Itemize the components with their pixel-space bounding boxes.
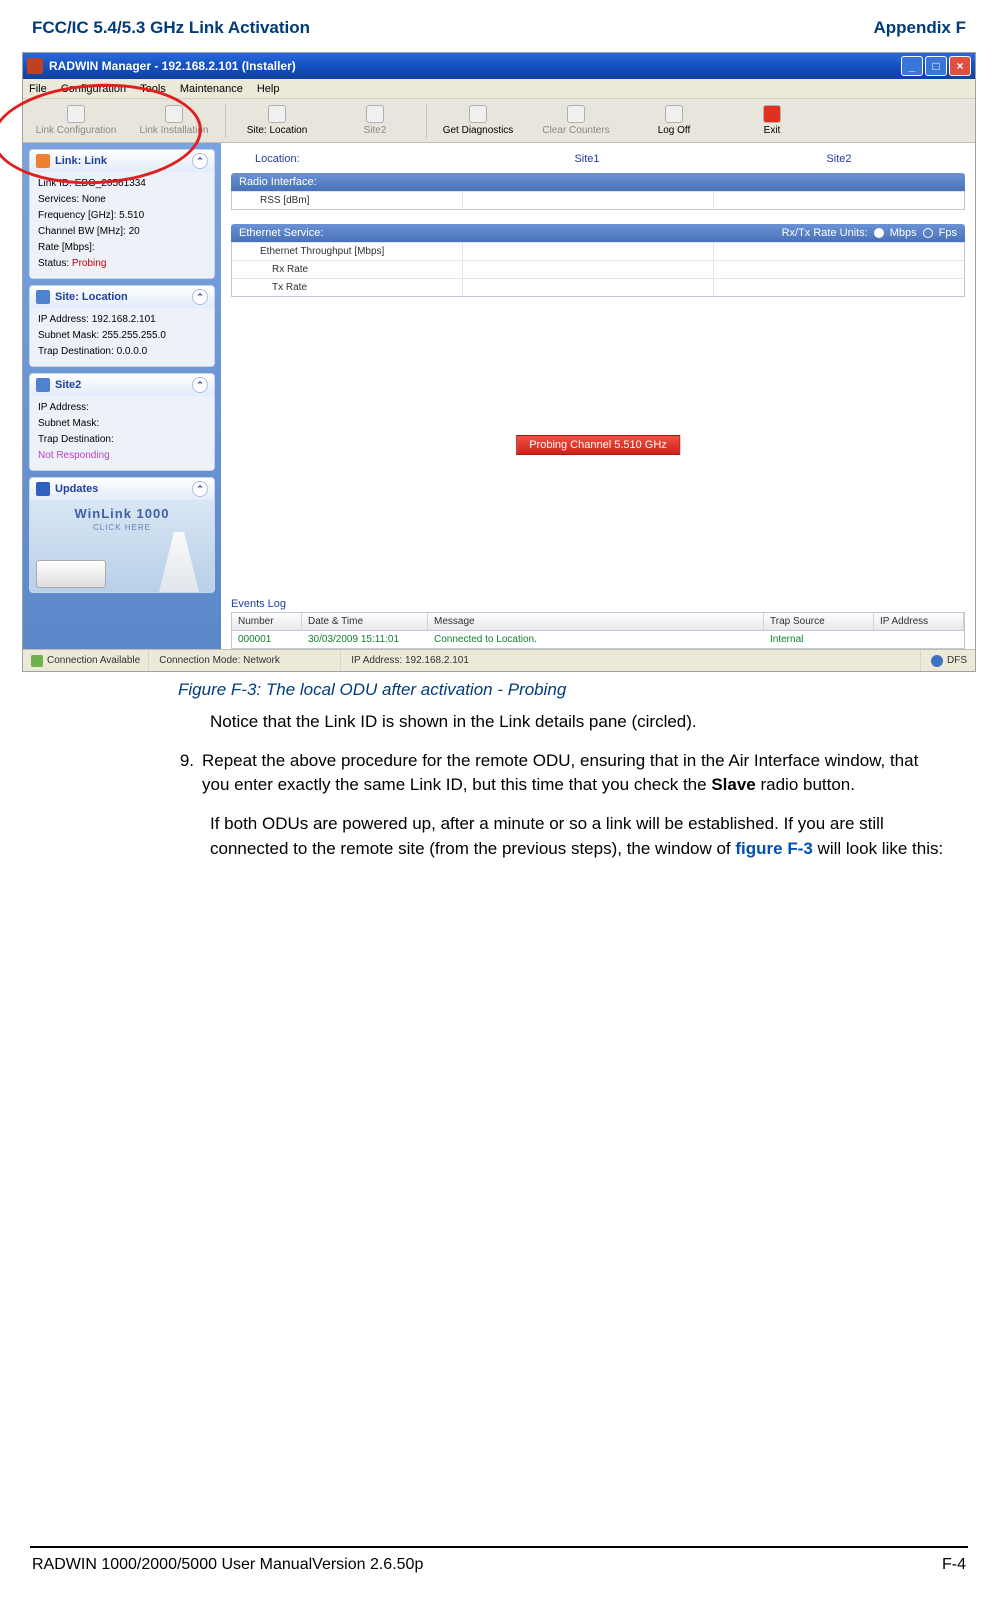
chevron-up-icon[interactable]: ⌃: [192, 153, 208, 169]
tool-site-location[interactable]: Site: Location: [228, 101, 326, 141]
device-graphic: [36, 560, 106, 588]
exit-icon: [763, 105, 781, 123]
minimize-button[interactable]: _: [901, 56, 923, 76]
tool-link-configuration: Link Configuration: [27, 101, 125, 141]
panel-site-location: Site: Location ⌃ IP Address: 192.168.2.1…: [29, 285, 215, 367]
window-titlebar: RADWIN Manager - 192.168.2.101 (Installe…: [23, 53, 975, 79]
page-header: FCC/IC 5.4/5.3 GHz Link Activation Appen…: [0, 0, 998, 46]
link-icon: [36, 154, 50, 168]
statusbar: Connection Available Connection Mode: Ne…: [23, 649, 975, 671]
menubar: File Configuration Tools Maintenance Hel…: [23, 79, 975, 99]
panel-site2: Site2 ⌃ IP Address: Subnet Mask: Trap De…: [29, 373, 215, 471]
body-text: Notice that the Link ID is shown in the …: [210, 710, 948, 861]
footer-page-number: F-4: [942, 1556, 966, 1574]
panel-updates: Updates ⌃ WinLink 1000 CLICK HERE: [29, 477, 215, 593]
maximize-button[interactable]: □: [925, 56, 947, 76]
radwin-manager-window: RADWIN Manager - 192.168.2.101 (Installe…: [22, 52, 976, 672]
chevron-up-icon[interactable]: ⌃: [192, 377, 208, 393]
tool-log-off[interactable]: Log Off: [625, 101, 723, 141]
chevron-up-icon[interactable]: ⌃: [192, 289, 208, 305]
site2-header: Site2: [713, 153, 965, 165]
toolbar: Link Configuration Link Installation Sit…: [23, 99, 975, 143]
diagnostics-icon: [469, 105, 487, 123]
header-section-title: FCC/IC 5.4/5.3 GHz Link Activation: [32, 18, 310, 38]
figure-f3-link[interactable]: figure F-3: [735, 839, 812, 858]
header-appendix: Appendix F: [873, 18, 966, 38]
panel-link: Link: Link ⌃ Link ID: EBG_20561334 Servi…: [29, 149, 215, 279]
radio-interface-table: RSS [dBm]: [231, 191, 965, 210]
site-icon: [36, 378, 50, 392]
col-datetime[interactable]: Date & Time: [302, 613, 428, 630]
col-trap-source[interactable]: Trap Source: [764, 613, 874, 630]
main-content: Location: Site1 Site2 Radio Interface: R…: [221, 143, 975, 649]
link-config-icon: [67, 105, 85, 123]
site2-icon: [366, 105, 384, 123]
site-icon: [36, 290, 50, 304]
col-number[interactable]: Number: [232, 613, 302, 630]
status-dfs: DFS: [923, 650, 975, 671]
tool-get-diagnostics[interactable]: Get Diagnostics: [429, 101, 527, 141]
list-number-9: 9.: [176, 749, 202, 798]
panel-site-location-header[interactable]: Site: Location ⌃: [30, 286, 214, 308]
app-icon: [27, 58, 43, 74]
site-location-icon: [268, 105, 286, 123]
ethernet-service-header: Ethernet Service: Rx/Tx Rate Units: Mbps…: [231, 224, 965, 242]
connection-icon: [31, 655, 43, 667]
antenna-graphic: [154, 532, 204, 592]
radio-interface-header: Radio Interface:: [231, 173, 965, 191]
link-install-icon: [165, 105, 183, 123]
col-ip-address[interactable]: IP Address: [874, 613, 964, 630]
page-footer: RADWIN 1000/2000/5000 User ManualVersion…: [32, 1556, 966, 1574]
panel-updates-header[interactable]: Updates ⌃: [30, 478, 214, 500]
footer-rule: [30, 1546, 968, 1548]
tool-link-installation: Link Installation: [125, 101, 223, 141]
events-row[interactable]: 000001 30/03/2009 15:11:01 Connected to …: [232, 631, 964, 648]
status-connection: Connection Available: [23, 650, 149, 671]
status-ip: IP Address: 192.168.2.101: [343, 650, 921, 671]
radio-fps[interactable]: [923, 228, 933, 238]
location-label: Location:: [231, 153, 461, 165]
events-log-label: Events Log: [231, 598, 965, 610]
events-log-table: Number Date & Time Message Trap Source I…: [231, 612, 965, 649]
panel-link-header[interactable]: Link: Link ⌃: [30, 150, 214, 172]
close-button[interactable]: ×: [949, 56, 971, 76]
menu-file[interactable]: File: [29, 83, 47, 95]
site1-header: Site1: [461, 153, 713, 165]
dfs-icon: [931, 655, 943, 667]
tool-site2: Site2: [326, 101, 424, 141]
log-off-icon: [665, 105, 683, 123]
chevron-up-icon[interactable]: ⌃: [192, 481, 208, 497]
step-9-text: Repeat the above procedure for the remot…: [202, 749, 948, 798]
ethernet-service-table: Ethernet Throughput [Mbps] Rx Rate Tx Ra…: [231, 242, 965, 297]
menu-maintenance[interactable]: Maintenance: [180, 83, 243, 95]
tool-exit[interactable]: Exit: [723, 101, 821, 141]
panel-site2-header[interactable]: Site2 ⌃: [30, 374, 214, 396]
tool-clear-counters: Clear Counters: [527, 101, 625, 141]
clear-counters-icon: [567, 105, 585, 123]
menu-help[interactable]: Help: [257, 83, 280, 95]
updates-advertisement[interactable]: WinLink 1000 CLICK HERE: [30, 500, 214, 592]
updates-icon: [36, 482, 50, 496]
col-message[interactable]: Message: [428, 613, 764, 630]
status-mode: Connection Mode: Network: [151, 650, 341, 671]
radio-mbps[interactable]: [874, 228, 884, 238]
footer-manual-version: RADWIN 1000/2000/5000 User ManualVersion…: [32, 1556, 423, 1574]
menu-tools[interactable]: Tools: [140, 83, 166, 95]
menu-configuration[interactable]: Configuration: [61, 83, 126, 95]
probing-banner: Probing Channel 5.510 GHz: [516, 435, 680, 455]
window-title: RADWIN Manager - 192.168.2.101 (Installe…: [49, 59, 901, 73]
paragraph-result: If both ODUs are powered up, after a min…: [210, 812, 948, 861]
figure-caption: Figure F-3: The local ODU after activati…: [178, 680, 998, 700]
sidebar: Link: Link ⌃ Link ID: EBG_20561334 Servi…: [23, 143, 221, 649]
paragraph-notice: Notice that the Link ID is shown in the …: [210, 710, 948, 735]
